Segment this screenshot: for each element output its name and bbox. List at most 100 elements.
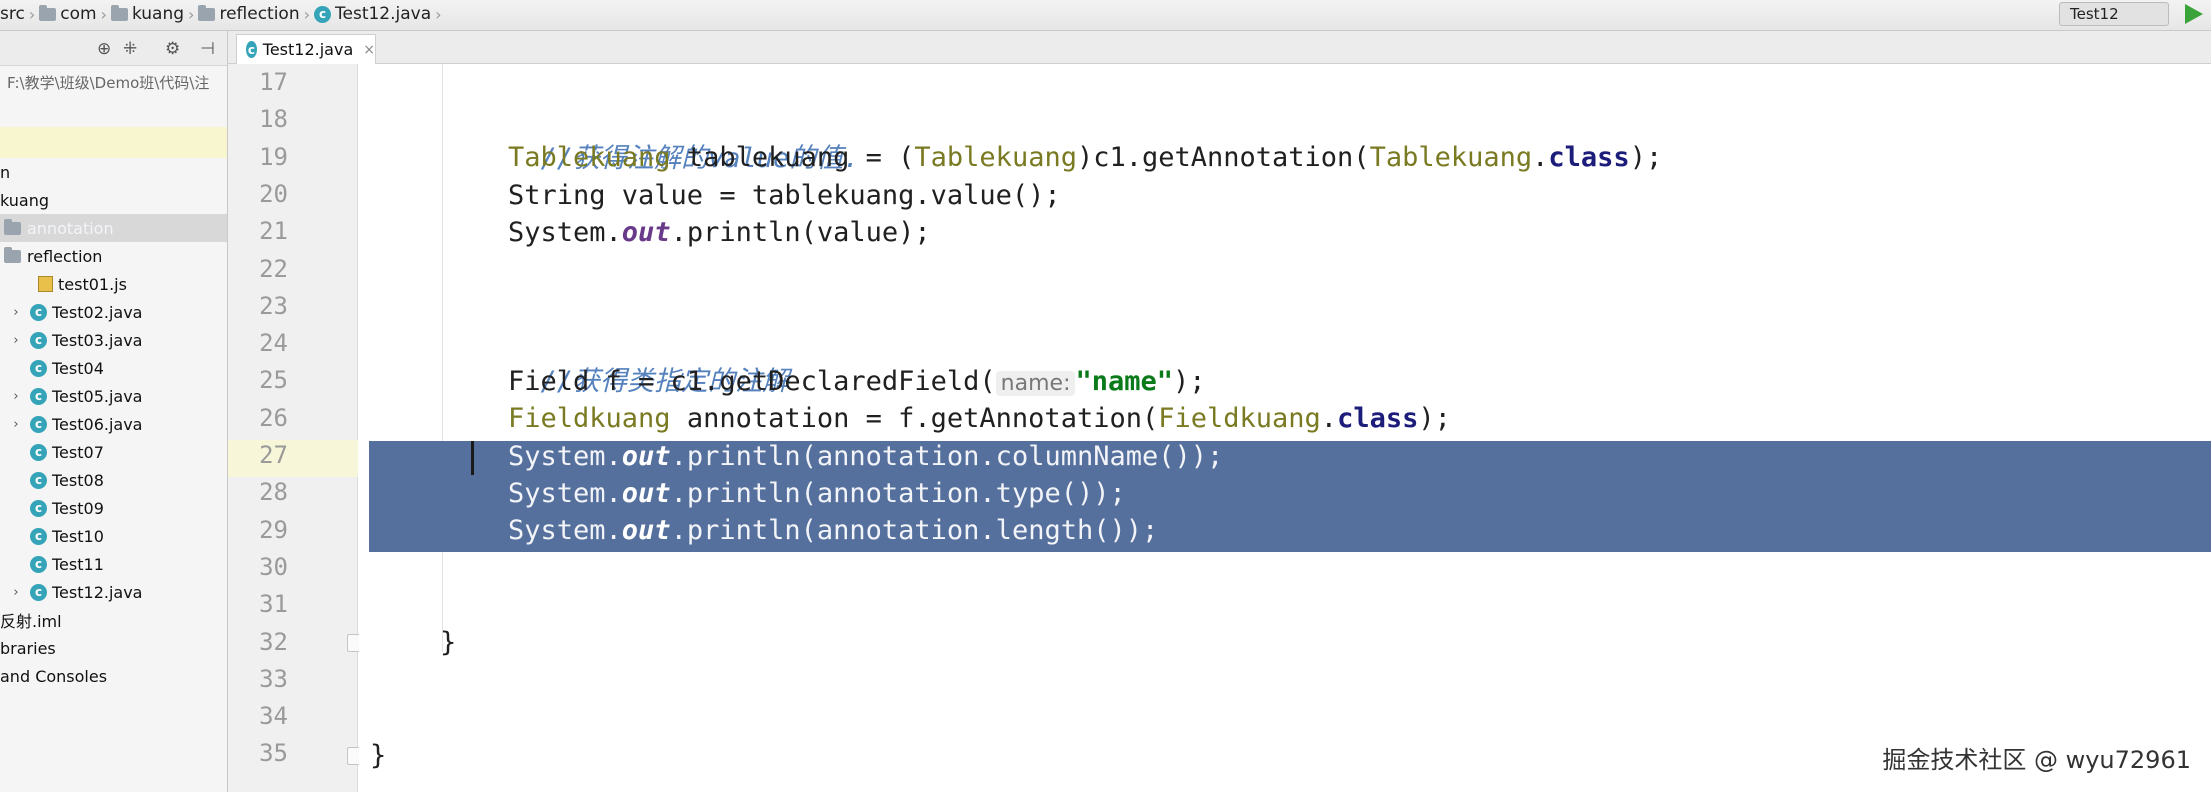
tree-item-label: Test06.java: [52, 414, 143, 434]
run-icon[interactable]: [2185, 4, 2203, 24]
editor-tab-bar: c Test12.java ×: [228, 31, 2211, 64]
tree-item-label: n: [0, 162, 11, 182]
code-line-21: System.out.println(value);: [508, 217, 931, 248]
chevron-right-icon[interactable]: ›: [8, 585, 24, 600]
tree-item-label: Test02.java: [52, 302, 143, 322]
tree-item-label: braries: [0, 638, 56, 658]
line-number: 20: [259, 180, 288, 208]
breadcrumb-separator-icon: ›: [188, 4, 195, 24]
tree-item[interactable]: c Test07: [0, 438, 227, 466]
tree-item-label: Test03.java: [52, 330, 143, 350]
tree-item-label: Test12.java: [52, 582, 143, 602]
project-highlight-row: [0, 127, 227, 158]
tree-item[interactable]: 反射.iml: [0, 606, 227, 634]
class-icon: c: [30, 415, 47, 433]
line-number: 25: [259, 366, 288, 394]
locate-icon[interactable]: ⊕: [97, 39, 111, 59]
tree-item[interactable]: c Test08: [0, 466, 227, 494]
tree-item-label: reflection: [27, 246, 103, 266]
tree-item-label: Test09: [52, 498, 104, 518]
line-number: 24: [259, 329, 288, 357]
tab-label: Test12.java: [262, 40, 354, 59]
project-root-path: F:\教学\班级\Demo班\代码\注: [7, 74, 210, 92]
folder-icon: [110, 4, 128, 21]
chevron-right-icon[interactable]: ›: [8, 389, 24, 404]
class-icon: c: [30, 583, 47, 601]
class-icon: c: [30, 331, 47, 349]
chevron-right-icon[interactable]: ›: [8, 333, 24, 348]
class-icon: c: [30, 387, 47, 405]
breadcrumb-separator-icon: ›: [303, 4, 311, 24]
code-line-19: Tablekuang tablekuang = (Tablekuang)c1.g…: [508, 142, 1663, 173]
line-number: 29: [259, 516, 288, 544]
class-icon: c: [30, 303, 47, 321]
navigation-bar: src › com › kuang › reflection › c Test1…: [0, 0, 2211, 31]
code-line-25: Field f = c1.getDeclaredField(name: "name…: [508, 366, 1206, 397]
breadcrumb-item-reflection[interactable]: reflection: [219, 4, 299, 24]
class-icon: c: [30, 499, 47, 517]
tree-item[interactable]: reflection: [0, 242, 227, 270]
chevron-right-icon[interactable]: ›: [8, 305, 24, 320]
tree-item[interactable]: kuang: [0, 186, 227, 214]
tree-item[interactable]: c Test09: [0, 494, 227, 522]
tree-item[interactable]: c Test04: [0, 354, 227, 382]
breadcrumb: src › com › kuang › reflection › c Test1…: [0, 4, 442, 24]
tree-item[interactable]: n: [0, 158, 227, 186]
line-number: 18: [259, 105, 288, 133]
tree-item-label: Test07: [52, 442, 104, 462]
code-line-20: String value = tablekuang.value();: [508, 180, 1061, 211]
breadcrumb-item-file[interactable]: Test12.java: [335, 4, 431, 24]
breadcrumb-separator-icon: ›: [435, 4, 442, 24]
line-number: 34: [259, 702, 288, 730]
tree-item-label: and Consoles: [0, 666, 108, 686]
breadcrumb-item-com[interactable]: com: [60, 4, 96, 24]
breadcrumb-item-kuang[interactable]: kuang: [132, 4, 184, 24]
folder-icon: [39, 4, 57, 21]
line-number: 21: [259, 217, 288, 245]
overlay-text-ghost: [1100, 0, 1108, 22]
close-icon[interactable]: ×: [363, 42, 375, 58]
tree-item-label: Test05.java: [52, 386, 143, 406]
tree-item[interactable]: › c Test03.java: [0, 326, 227, 354]
tree-item[interactable]: › c Test05.java: [0, 382, 227, 410]
line-number: 22: [259, 255, 288, 283]
class-icon: c: [30, 443, 47, 461]
project-toolbar: ⊕ ⁜ ⚙ ⊣: [0, 31, 227, 66]
run-configuration-select[interactable]: Test12: [2059, 2, 2169, 26]
line-number: 35: [259, 739, 288, 767]
collapse-icon[interactable]: ⁜: [123, 39, 137, 59]
class-icon: c: [246, 41, 257, 58]
tree-item-label: Test08: [52, 470, 104, 490]
breadcrumb-separator-icon: ›: [100, 4, 107, 24]
code-line-32: }: [440, 627, 457, 658]
tab-test12-java[interactable]: c Test12.java ×: [236, 34, 376, 64]
breadcrumb-item-src[interactable]: src: [0, 4, 25, 24]
line-number: 17: [259, 68, 288, 96]
tree-item[interactable]: annotation: [0, 214, 227, 242]
tree-item-label: annotation: [27, 218, 114, 238]
class-icon: c: [30, 555, 47, 573]
indent-guide: [442, 64, 443, 652]
tree-item[interactable]: › c Test12.java: [0, 578, 227, 606]
line-number: 23: [259, 292, 288, 320]
line-number: 30: [259, 553, 288, 581]
tree-item[interactable]: › c Test02.java: [0, 298, 227, 326]
tree-item-label: test01.js: [58, 274, 127, 294]
parameter-hint: name:: [995, 371, 1076, 396]
line-number: 28: [259, 478, 288, 506]
hide-icon[interactable]: ⊣: [200, 39, 215, 59]
tree-item[interactable]: c Test11: [0, 550, 227, 578]
line-number: 31: [259, 590, 288, 618]
folder-icon: [4, 218, 21, 235]
tree-item[interactable]: and Consoles: [0, 662, 227, 690]
tree-item-label: kuang: [0, 190, 50, 210]
tree-item[interactable]: › c Test06.java: [0, 410, 227, 438]
code-line-29: System.out.println(annotation.length());: [508, 515, 1159, 546]
tree-item[interactable]: braries: [0, 634, 227, 662]
tree-item-label: 反射.iml: [0, 612, 62, 631]
chevron-right-icon[interactable]: ›: [8, 417, 24, 432]
gear-icon[interactable]: ⚙: [165, 39, 180, 59]
tree-item[interactable]: c Test10: [0, 522, 227, 550]
text-caret: [471, 441, 474, 475]
tree-item[interactable]: test01.js: [0, 270, 227, 298]
